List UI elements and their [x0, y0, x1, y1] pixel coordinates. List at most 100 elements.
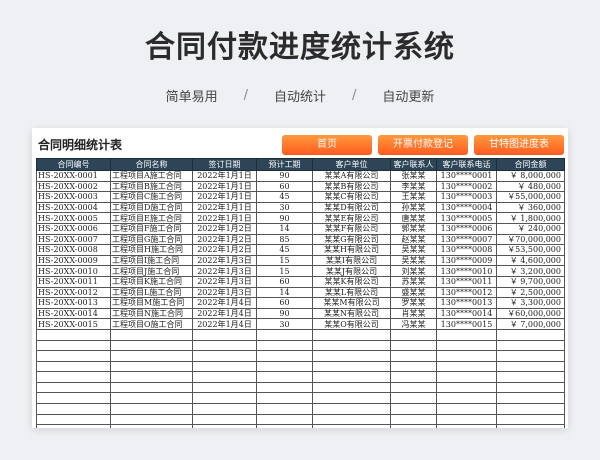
empty-table-row[interactable]	[36, 339, 565, 352]
cell-contract-amount: ￥ 7,000,000	[496, 318, 565, 330]
cell-duration: 60	[256, 297, 313, 309]
empty-cell	[312, 371, 391, 383]
cell-contract-amount: ￥ 2,500,000	[496, 286, 565, 299]
cell-client-contact: 唐某某	[390, 212, 437, 224]
table-row[interactable]: HS-20XX-0001 工程项目A施工合同 2022年1月1日 90 某某A有限公司张…	[36, 170, 565, 182]
table-row[interactable]: HS-20XX-0011 工程项目K施工合同 2022年1月3日 60 某某K有限公司苏…	[36, 275, 565, 288]
cell-client-contact: 吴某某	[390, 244, 437, 256]
cell-client-phone: 130****0005	[436, 212, 497, 224]
table-row[interactable]: HS-20XX-0003 工程项目C施工合同 2022年1月1日 45 某某C有限公司王…	[36, 191, 565, 203]
cell-sign-date: 2022年1月3日	[192, 286, 257, 299]
cell-client-phone: 130****0013	[436, 297, 497, 309]
cell-client-contact: 王某某	[390, 191, 437, 203]
table-row[interactable]: HS-20XX-0013 工程项目M施工合同 2022年1月4日 60 某某M有限公司罗…	[36, 297, 565, 309]
cell-contract-id: HS-20XX-0007	[36, 233, 111, 246]
empty-cell	[110, 350, 193, 362]
column-header-contract-id: 合同编号	[36, 158, 111, 171]
empty-cell	[436, 360, 497, 373]
cell-contract-amount: ￥ 1,800,000	[496, 212, 565, 224]
cell-duration: 90	[256, 212, 313, 224]
cell-contract-amount: ￥ 240,000	[496, 222, 565, 235]
empty-cell	[36, 350, 111, 362]
table-row[interactable]: HS-20XX-0014 工程项目N施工合同 2022年1月4日 90 某某N有限公司肖…	[36, 307, 565, 320]
table-row[interactable]: HS-20XX-0009 工程项目I施工合同 2022年1月3日 15 某某I有限公司吴…	[36, 254, 565, 267]
table-row[interactable]: HS-20XX-0002 工程项目B施工合同 2022年1月1日 60 某某B有限公司李…	[36, 180, 565, 193]
empty-table-row[interactable]	[36, 328, 565, 341]
column-header-sign-date: 签订日期	[192, 158, 257, 171]
subtitle-item-easy: 简单易用	[165, 90, 218, 105]
empty-table-row[interactable]	[36, 413, 565, 426]
empty-cell	[36, 392, 111, 405]
cell-contract-id: HS-20XX-0012	[36, 286, 111, 299]
cell-client-contact: 赵某某	[390, 233, 437, 246]
cell-contract-name: 工程项目F施工合同	[110, 222, 193, 235]
empty-cell	[390, 328, 437, 341]
page-title: 合同付款进度统计系统	[145, 30, 455, 65]
empty-table-row[interactable]	[36, 392, 565, 405]
table-row[interactable]: HS-20XX-0015 工程项目O施工合同 2022年1月4日 30 某某O有限公司冯…	[36, 318, 565, 330]
home-button[interactable]: 首页	[282, 135, 372, 155]
empty-cell	[496, 371, 565, 383]
empty-cell	[110, 424, 193, 428]
cell-client-contact: 冯某某	[390, 318, 437, 330]
empty-table-row[interactable]	[36, 360, 565, 373]
column-header-duration: 预计工期	[256, 158, 313, 171]
cell-client-company: 某某J有限公司	[312, 265, 391, 277]
cell-contract-id: HS-20XX-0001	[36, 170, 111, 182]
cell-client-phone: 130****0006	[436, 222, 497, 235]
cell-client-phone: 130****0001	[436, 170, 497, 182]
empty-cell	[390, 360, 437, 373]
empty-cell	[110, 328, 193, 341]
cell-duration: 60	[256, 275, 313, 288]
table-row[interactable]: HS-20XX-0010 工程项目J施工合同 2022年1月3日 15 某某J有限公司刘…	[36, 265, 565, 277]
cell-sign-date: 2022年1月3日	[192, 265, 257, 277]
empty-cell	[496, 403, 565, 415]
empty-cell	[192, 403, 257, 415]
cell-sign-date: 2022年1月1日	[192, 201, 257, 214]
empty-table-row[interactable]	[36, 403, 565, 415]
cell-client-company: 某某E有限公司	[312, 212, 391, 224]
empty-cell	[110, 413, 193, 426]
cell-duration: 85	[256, 233, 313, 246]
invoice-payment-register-button[interactable]: 开票付款登记	[378, 135, 468, 155]
empty-cell	[436, 339, 497, 352]
empty-cell	[192, 328, 257, 341]
cell-contract-amount: ￥53,500,000	[496, 244, 565, 256]
cell-duration: 15	[256, 265, 313, 277]
cell-client-phone: 130****0010	[436, 265, 497, 277]
empty-cell	[496, 413, 565, 426]
table-row[interactable]: HS-20XX-0006 工程项目F施工合同 2022年1月2日 14 某某F有限公司郭…	[36, 222, 565, 235]
table-body: HS-20XX-0001 工程项目A施工合同 2022年1月1日 90 某某A有限公司张…	[36, 170, 565, 428]
column-header-client-company: 客户单位	[312, 158, 391, 171]
cell-client-company: 某某F有限公司	[312, 222, 391, 235]
empty-cell	[436, 392, 497, 405]
empty-table-row[interactable]	[36, 381, 565, 394]
empty-cell	[36, 371, 111, 383]
gantt-progress-button[interactable]: 甘特图进度表	[474, 135, 564, 155]
table-row[interactable]: HS-20XX-0005 工程项目E施工合同 2022年1月1日 90 某某E有限公司唐…	[36, 212, 565, 224]
table-row[interactable]: HS-20XX-0007 工程项目G施工合同 2022年1月2日 85 某某G有限公司赵…	[36, 233, 565, 246]
table-row[interactable]: HS-20XX-0008 工程项目H施工合同 2022年1月2日 45 某某H有限公司吴…	[36, 244, 565, 256]
card-title: 合同明细统计表	[38, 138, 123, 152]
empty-cell	[312, 328, 391, 341]
cell-client-contact: 盛某某	[390, 286, 437, 299]
cell-contract-amount: ￥ 4,600,000	[496, 254, 565, 267]
table-row[interactable]: HS-20XX-0012 工程项目L施工合同 2022年1月3日 14 某某L有限公司盛…	[36, 286, 565, 299]
empty-cell	[36, 413, 111, 426]
cell-client-contact: 李某某	[390, 180, 437, 193]
cell-contract-amount: ￥ 3,200,000	[496, 265, 565, 277]
empty-cell	[436, 413, 497, 426]
empty-cell	[256, 350, 313, 362]
empty-table-row[interactable]	[36, 371, 565, 383]
table-row[interactable]: HS-20XX-0004 工程项目D施工合同 2022年1月1日 30 某某D有限公司孙…	[36, 201, 565, 214]
empty-cell	[390, 381, 437, 394]
empty-cell	[496, 350, 565, 362]
empty-cell	[256, 381, 313, 394]
empty-cell	[256, 413, 313, 426]
empty-cell	[192, 339, 257, 352]
empty-cell	[312, 392, 391, 405]
cell-sign-date: 2022年1月2日	[192, 222, 257, 235]
empty-table-row[interactable]	[36, 424, 565, 428]
cell-client-company: 某某I有限公司	[312, 254, 391, 267]
empty-table-row[interactable]	[36, 350, 565, 362]
